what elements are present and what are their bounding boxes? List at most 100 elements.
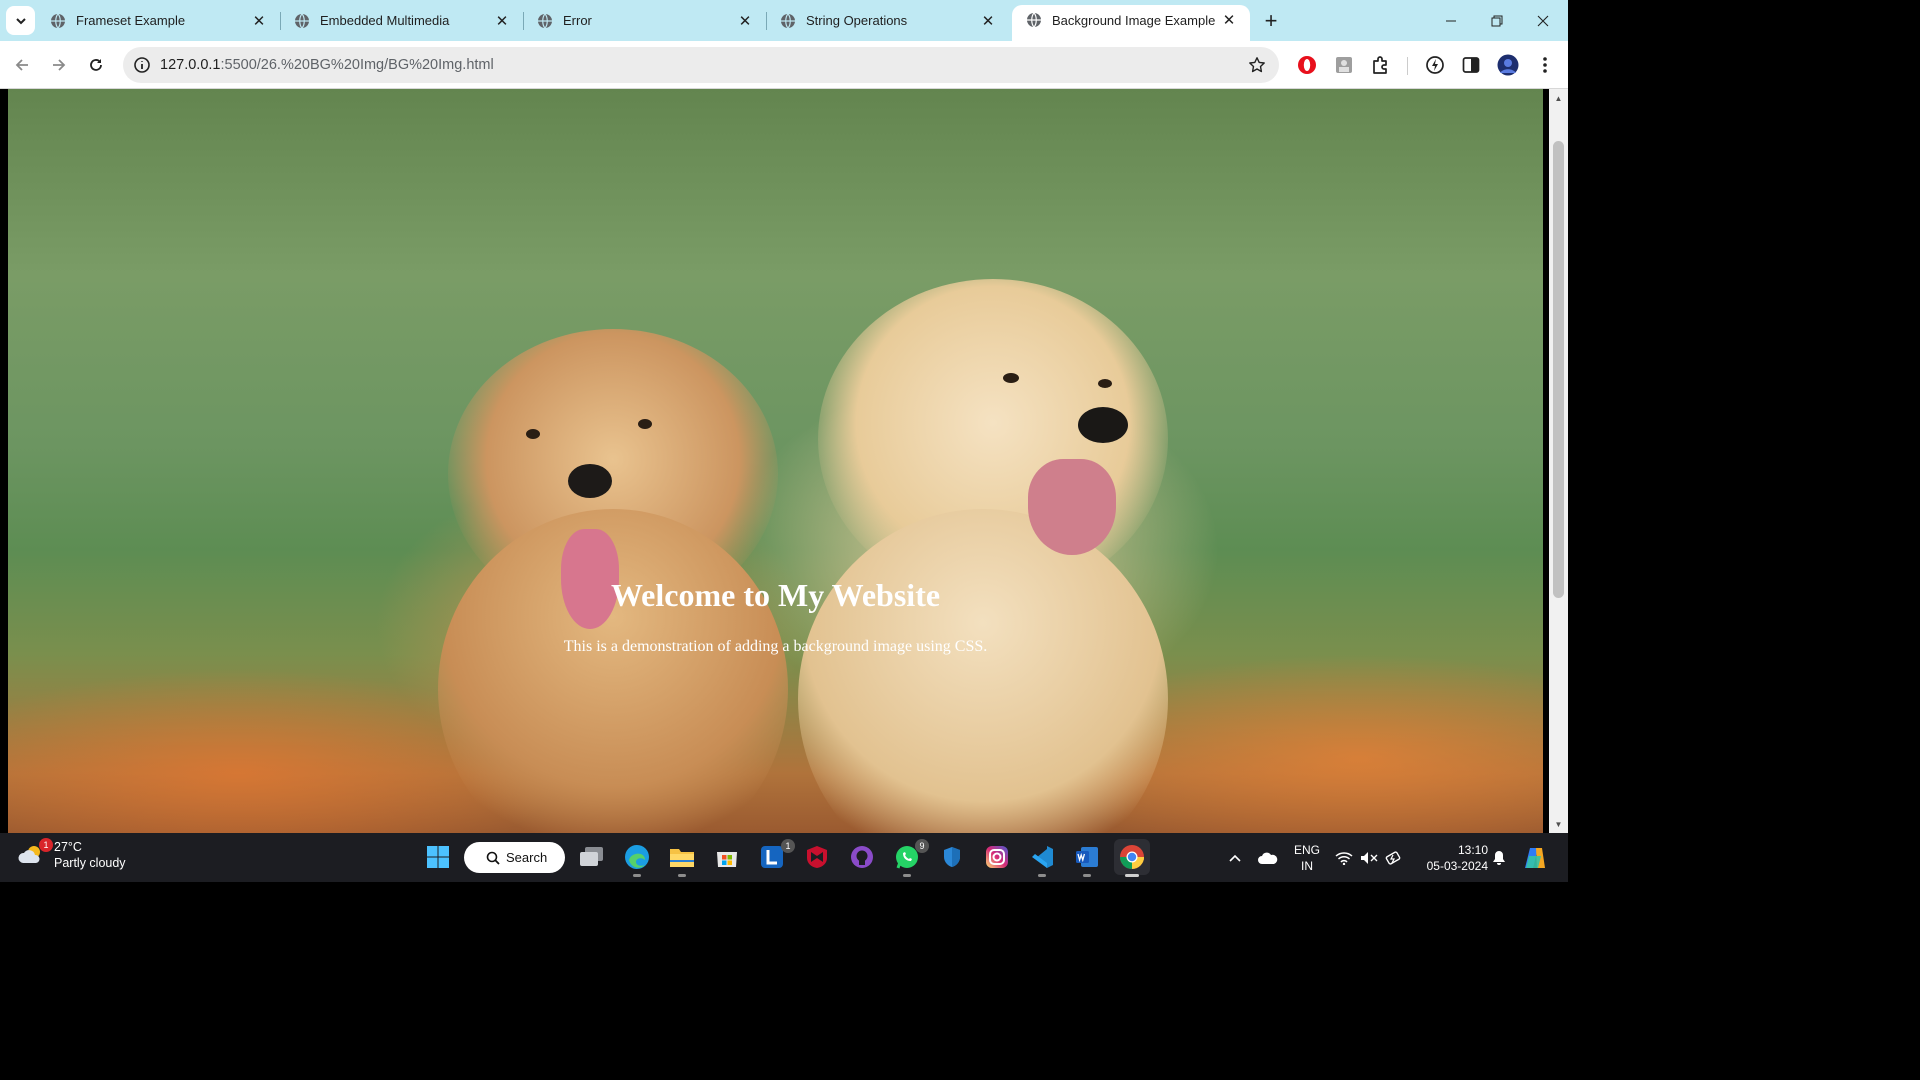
globe-icon xyxy=(781,13,795,28)
url-host: 127.0.0.1 xyxy=(160,57,221,73)
page-background-image: Welcome to My Website This is a demonstr… xyxy=(8,89,1543,833)
globe-icon xyxy=(51,13,65,28)
scroll-up-arrow[interactable]: ▲ xyxy=(1549,91,1568,105)
weather-partly-cloudy-icon: 1 xyxy=(18,838,53,869)
show-hidden-icons[interactable] xyxy=(1222,833,1248,882)
tab-string-operations[interactable]: String Operations ✕ xyxy=(766,6,1009,35)
scroll-down-arrow[interactable]: ▼ xyxy=(1549,817,1568,831)
tab-title: String Operations xyxy=(806,13,908,28)
edge-browser-icon[interactable] xyxy=(622,842,652,877)
word-icon[interactable] xyxy=(1072,842,1102,877)
site-info-icon[interactable] xyxy=(132,55,152,75)
opera-extension-icon[interactable] xyxy=(1296,54,1318,76)
lens-app-icon[interactable]: 1 xyxy=(757,839,795,872)
running-indicator xyxy=(1125,874,1139,877)
language-indicator[interactable]: ENG IN xyxy=(1290,833,1324,882)
chevron-up-icon xyxy=(1229,854,1241,862)
file-explorer-icon[interactable] xyxy=(667,842,697,877)
restore-icon xyxy=(1491,15,1503,26)
whatsapp-badge: 9 xyxy=(915,839,929,853)
windows-logo-icon xyxy=(427,846,449,868)
extensions-puzzle-icon[interactable] xyxy=(1370,54,1392,76)
search-label: Search xyxy=(506,850,548,865)
address-bar[interactable]: 127.0.0.1:5500/26.%20BG%20Img/BG%20Img.h… xyxy=(123,47,1279,83)
close-tab-icon[interactable]: ✕ xyxy=(1220,11,1238,29)
weather-text: 27°C Partly cloudy xyxy=(54,839,126,871)
tab-background-image-example[interactable]: Background Image Example ✕ xyxy=(1012,5,1250,41)
instagram-icon[interactable] xyxy=(982,842,1012,872)
search-icon xyxy=(486,851,500,865)
start-button[interactable] xyxy=(423,842,453,872)
globe-icon xyxy=(1027,12,1041,28)
scroll-thumb[interactable] xyxy=(1553,141,1564,598)
browser-toolbar: 127.0.0.1:5500/26.%20BG%20Img/BG%20Img.h… xyxy=(0,41,1568,89)
profile-avatar[interactable] xyxy=(1497,54,1519,76)
weather-condition: Partly cloudy xyxy=(54,856,126,870)
tab-frameset-example[interactable]: Frameset Example ✕ xyxy=(36,6,280,35)
notification-bell-icon[interactable] xyxy=(1489,833,1509,882)
github-desktop-icon[interactable] xyxy=(847,842,877,872)
onedrive-icon[interactable] xyxy=(1255,833,1281,882)
copilot-icon[interactable] xyxy=(1519,833,1551,882)
close-tab-icon[interactable]: ✕ xyxy=(736,12,754,30)
language-line-2: IN xyxy=(1300,858,1313,873)
running-indicator xyxy=(1038,874,1046,877)
tab-title: Error xyxy=(563,13,592,28)
close-tab-icon[interactable]: ✕ xyxy=(250,12,268,30)
image-extension-icon[interactable] xyxy=(1333,54,1355,76)
lens-badge: 1 xyxy=(781,839,795,853)
running-indicator xyxy=(633,874,641,877)
running-indicator xyxy=(678,874,686,877)
restore-button[interactable] xyxy=(1474,0,1520,41)
tab-title: Embedded Multimedia xyxy=(320,13,450,28)
clock-date: 05-03-2024 xyxy=(1426,858,1488,873)
weather-temperature: 27°C xyxy=(54,840,82,854)
volume-muted-icon[interactable] xyxy=(1358,833,1380,882)
reload-button[interactable] xyxy=(81,50,111,80)
tab-embedded-multimedia[interactable]: Embedded Multimedia ✕ xyxy=(280,6,523,35)
tab-title: Frameset Example xyxy=(76,13,186,28)
new-tab-button[interactable]: + xyxy=(1258,8,1284,34)
arrow-right-icon xyxy=(53,59,66,71)
language-line-1: ENG xyxy=(1293,842,1320,857)
battery-icon[interactable] xyxy=(1383,833,1405,882)
performance-icon[interactable] xyxy=(1424,54,1446,76)
chrome-icon[interactable] xyxy=(1114,839,1150,877)
task-view-icon[interactable] xyxy=(577,842,607,872)
mcafee-icon[interactable] xyxy=(802,842,832,872)
taskbar-search[interactable]: Search xyxy=(464,842,565,873)
clock[interactable]: 13:10 05-03-2024 xyxy=(1414,833,1488,882)
close-icon xyxy=(1537,15,1549,26)
menu-kebab-icon[interactable] xyxy=(1534,54,1556,76)
page-heading: Welcome to My Website xyxy=(610,577,941,613)
tab-search-button[interactable] xyxy=(6,6,35,35)
vertical-scrollbar[interactable]: ▲ ▼ xyxy=(1549,89,1568,833)
back-button[interactable] xyxy=(7,50,37,80)
close-tab-icon[interactable]: ✕ xyxy=(979,12,997,30)
whatsapp-icon[interactable]: 9 xyxy=(892,839,929,877)
weather-badge: 1 xyxy=(39,838,53,852)
running-indicator xyxy=(903,874,911,877)
wifi-icon[interactable] xyxy=(1334,833,1354,882)
page-paragraph: This is a demonstration of adding a back… xyxy=(563,638,988,655)
url-text: 127.0.0.1:5500/26.%20BG%20Img/BG%20Img.h… xyxy=(160,57,494,73)
vscode-icon[interactable] xyxy=(1027,842,1057,877)
toolbar-divider xyxy=(1407,57,1408,75)
forward-button[interactable] xyxy=(44,50,74,80)
close-window-button[interactable] xyxy=(1520,0,1566,41)
bookmark-star-icon[interactable] xyxy=(1247,55,1267,75)
url-path: :5500/26.%20BG%20Img/BG%20Img.html xyxy=(220,57,494,73)
tab-error[interactable]: Error ✕ xyxy=(523,6,766,35)
running-indicator xyxy=(1083,874,1091,877)
tab-title: Background Image Example xyxy=(1052,12,1216,28)
weather-widget[interactable]: 1 27°C Partly cloudy xyxy=(18,838,126,871)
chevron-down-icon xyxy=(15,17,26,24)
globe-icon xyxy=(538,13,552,28)
clock-time: 13:10 xyxy=(1457,842,1488,857)
defender-shield-icon[interactable] xyxy=(937,842,967,872)
close-tab-icon[interactable]: ✕ xyxy=(493,12,511,30)
side-panel-icon[interactable] xyxy=(1460,54,1482,76)
minimize-button[interactable] xyxy=(1428,0,1474,41)
microsoft-store-icon[interactable] xyxy=(712,842,742,872)
reload-icon xyxy=(90,59,102,71)
